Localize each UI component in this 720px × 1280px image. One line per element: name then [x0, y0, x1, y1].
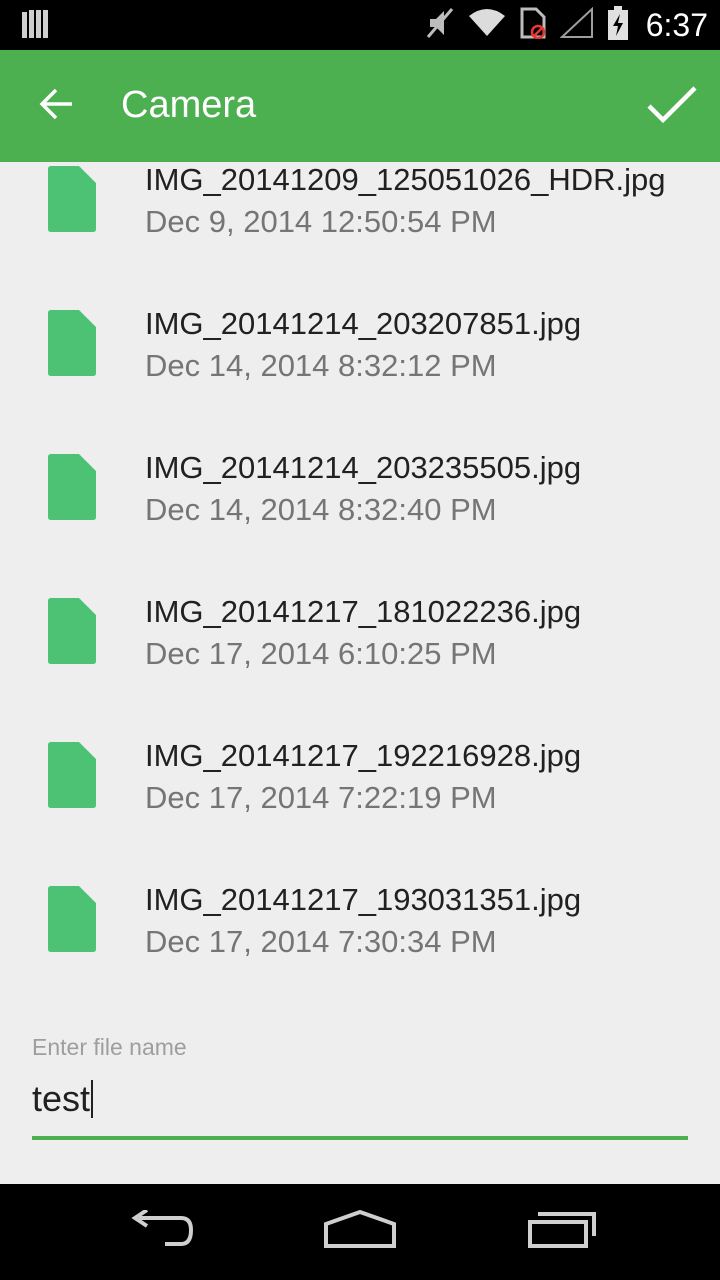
- file-name: IMG_20141217_181022236.jpg: [145, 594, 582, 629]
- file-icon: [48, 454, 98, 520]
- nav-home-button[interactable]: [310, 1204, 410, 1260]
- recents-nav-icon: [526, 1210, 598, 1255]
- signal-icon: [559, 6, 594, 44]
- filename-value: test: [32, 1078, 91, 1119]
- check-icon: [647, 84, 697, 129]
- back-button[interactable]: [26, 76, 86, 136]
- file-name: IMG_20141217_192216928.jpg: [145, 738, 582, 773]
- app-bar: Camera: [0, 50, 720, 162]
- file-name: IMG_20141214_203207851.jpg: [145, 306, 582, 341]
- list-item[interactable]: IMG_20141217_192216928.jpg Dec 17, 2014 …: [0, 718, 720, 862]
- notification-icon: [22, 10, 50, 45]
- arrow-back-icon: [38, 86, 74, 127]
- list-item[interactable]: IMG_20141214_203207851.jpg Dec 14, 2014 …: [0, 286, 720, 430]
- file-icon: [48, 886, 98, 952]
- nav-recents-button[interactable]: [512, 1204, 612, 1260]
- file-date: Dec 9, 2014 12:50:54 PM: [145, 204, 497, 239]
- status-bar: 6:37: [0, 0, 720, 50]
- clock: 6:37: [645, 6, 708, 43]
- battery-charging-icon: [607, 5, 628, 45]
- filename-field[interactable]: Enter file name test: [32, 1030, 688, 1142]
- list-item[interactable]: IMG_20141217_193031351.jpg Dec 17, 2014 …: [0, 862, 720, 1006]
- folder-title: Camera: [121, 84, 257, 126]
- file-name: IMG_20141217_193031351.jpg: [145, 882, 582, 917]
- file-icon: [48, 742, 98, 808]
- filename-input[interactable]: test: [32, 1078, 94, 1120]
- file-date: Dec 14, 2014 8:32:12 PM: [145, 348, 497, 383]
- file-date: Dec 17, 2014 6:10:25 PM: [145, 636, 497, 671]
- nav-back-button[interactable]: [110, 1204, 210, 1260]
- file-date: Dec 17, 2014 7:30:34 PM: [145, 924, 497, 959]
- list-item[interactable]: IMG_20141209_125051026_HDR.jpg Dec 9, 20…: [0, 162, 720, 286]
- file-icon: [48, 598, 98, 664]
- navigation-bar: [0, 1184, 720, 1280]
- file-picker-screen: 6:37 Camera IMG_20141209_125051026_HDR.j…: [0, 0, 720, 1280]
- text-caret: [91, 1080, 94, 1118]
- file-date: Dec 17, 2014 7:22:19 PM: [145, 780, 497, 815]
- filename-placeholder: Enter file name: [32, 1034, 187, 1060]
- file-name: IMG_20141214_203235505.jpg: [145, 450, 582, 485]
- file-icon: [48, 310, 98, 376]
- file-date: Dec 14, 2014 8:32:40 PM: [145, 492, 497, 527]
- home-nav-icon: [322, 1209, 398, 1255]
- mute-icon: [426, 7, 454, 44]
- confirm-button[interactable]: [640, 74, 704, 138]
- file-icon: [48, 166, 98, 232]
- file-list: IMG_20141209_125051026_HDR.jpg Dec 9, 20…: [0, 162, 720, 1010]
- input-underline: [32, 1136, 688, 1140]
- list-item[interactable]: IMG_20141217_181022236.jpg Dec 17, 2014 …: [0, 574, 720, 718]
- no-sim-icon: [520, 7, 546, 44]
- wifi-icon: [468, 8, 506, 43]
- list-item[interactable]: IMG_20141214_203235505.jpg Dec 14, 2014 …: [0, 430, 720, 574]
- back-nav-icon: [125, 1207, 195, 1255]
- file-name: IMG_20141209_125051026_HDR.jpg: [145, 162, 666, 197]
